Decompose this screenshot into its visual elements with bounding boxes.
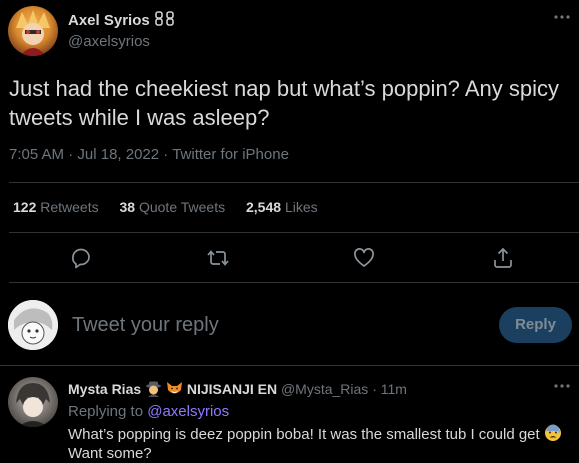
tweet-stats: 122 Retweets 38 Quote Tweets 2,548 Likes bbox=[13, 199, 335, 215]
reply-author-affiliation[interactable]: NIJISANJI EN bbox=[187, 381, 277, 397]
reply-author-avatar[interactable] bbox=[8, 377, 58, 427]
retweets-label: Retweets bbox=[40, 199, 99, 215]
meta-separator: · bbox=[372, 381, 377, 397]
replying-to: Replying to @axelsyrios bbox=[68, 403, 229, 420]
divider bbox=[0, 365, 579, 366]
likes-label: Likes bbox=[284, 199, 318, 215]
tweet-time[interactable]: 7:05 AM bbox=[9, 146, 64, 163]
tweet-source[interactable]: Twitter for iPhone bbox=[172, 146, 289, 163]
fox-emoji-icon bbox=[166, 382, 182, 394]
user-avatar[interactable] bbox=[8, 300, 58, 350]
author-avatar[interactable] bbox=[8, 6, 58, 56]
detective-emoji-icon bbox=[146, 381, 162, 397]
anxious-face-emoji-icon bbox=[544, 424, 561, 441]
more-options-icon[interactable] bbox=[552, 10, 572, 24]
divider bbox=[9, 282, 579, 283]
tweet-text: Just had the cheekiest nap but what’s po… bbox=[9, 76, 559, 130]
author-name[interactable]: Axel Syrios bbox=[68, 11, 177, 29]
tweet-timestamp[interactable]: 7:05 AM · Jul 18, 2022 · Twitter for iPh… bbox=[9, 146, 289, 163]
share-icon[interactable] bbox=[491, 246, 515, 270]
likes-count: 2,548 bbox=[246, 199, 282, 215]
replying-to-label: Replying to bbox=[68, 403, 144, 420]
retweets-stat[interactable]: 122 Retweets bbox=[13, 199, 116, 215]
reply-input[interactable]: Tweet your reply bbox=[72, 314, 219, 337]
reply-text-line1: What’s popping is deez poppin boba! It w… bbox=[68, 426, 540, 443]
reply-time[interactable]: 11m bbox=[381, 381, 407, 397]
more-options-icon[interactable] bbox=[552, 379, 572, 393]
mention-link[interactable]: @axelsyrios bbox=[147, 403, 229, 420]
retweet-icon[interactable] bbox=[206, 246, 230, 270]
chain-icon bbox=[155, 11, 174, 26]
reply-button[interactable]: Reply bbox=[499, 307, 572, 343]
likes-stat[interactable]: 2,548 Likes bbox=[246, 199, 335, 215]
divider bbox=[9, 232, 579, 233]
reply-icon[interactable] bbox=[69, 246, 93, 270]
reply-text-line2: Want some? bbox=[68, 445, 152, 462]
like-icon[interactable] bbox=[352, 246, 376, 270]
divider bbox=[9, 182, 579, 183]
reply-author-name[interactable]: Mysta Rias bbox=[68, 381, 141, 397]
quotes-stat[interactable]: 38 Quote Tweets bbox=[120, 199, 243, 215]
quotes-label: Quote Tweets bbox=[138, 199, 226, 215]
reply-text: What’s popping is deez poppin boba! It w… bbox=[68, 424, 573, 463]
tweet-date[interactable]: Jul 18, 2022 bbox=[77, 146, 159, 163]
author-name-text[interactable]: Axel Syrios bbox=[68, 12, 150, 29]
retweets-count: 122 bbox=[13, 199, 37, 215]
meta-separator: · bbox=[68, 146, 78, 163]
reply-author-handle[interactable]: @Mysta_Rias bbox=[281, 381, 368, 397]
author-handle[interactable]: @axelsyrios bbox=[68, 33, 150, 50]
meta-separator: · bbox=[163, 146, 173, 163]
reply-header: Mysta Rias NIJISANJI EN @Mysta_Rias · 11… bbox=[68, 380, 407, 397]
quotes-count: 38 bbox=[119, 199, 136, 215]
